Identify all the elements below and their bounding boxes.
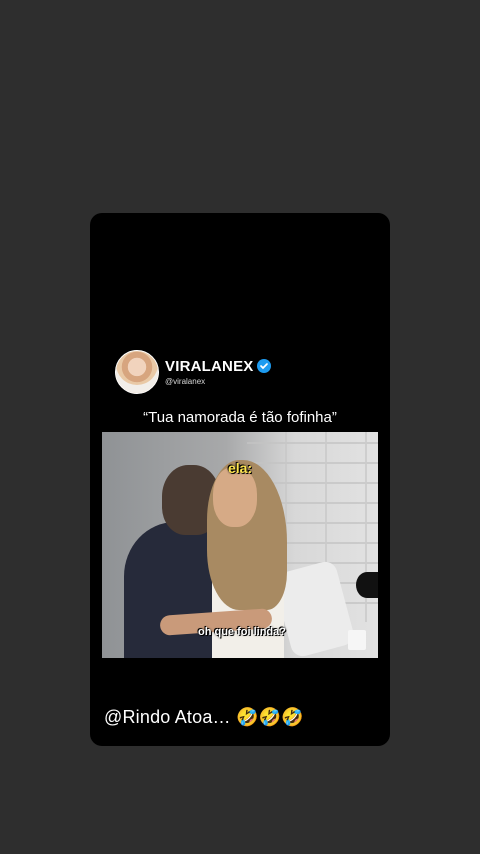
display-name-row: VIRALANEX	[165, 359, 272, 374]
profile-names: VIRALANEX @viralanex	[165, 359, 272, 386]
lamp-shape	[356, 572, 378, 598]
display-name[interactable]: VIRALANEX	[165, 359, 253, 374]
cup-shape	[348, 630, 366, 650]
woman-face	[213, 467, 257, 527]
video-caption-top: ela:	[228, 460, 253, 476]
video-thumbnail[interactable]: ela: oh que foi linda?	[102, 432, 378, 658]
verified-icon	[257, 359, 272, 373]
avatar[interactable]	[115, 350, 159, 394]
post-header: VIRALANEX @viralanex	[115, 350, 272, 394]
profile-handle[interactable]: @viralanex	[165, 377, 271, 386]
post-quote: “Tua namorada é tão fofinha”	[143, 409, 337, 426]
story-caption: @Rindo Atoa… 🤣🤣🤣	[104, 707, 304, 727]
story-card: VIRALANEX @viralanex “Tua namorada é tão…	[90, 213, 390, 746]
video-caption-bottom: oh que foi linda?	[198, 626, 286, 638]
